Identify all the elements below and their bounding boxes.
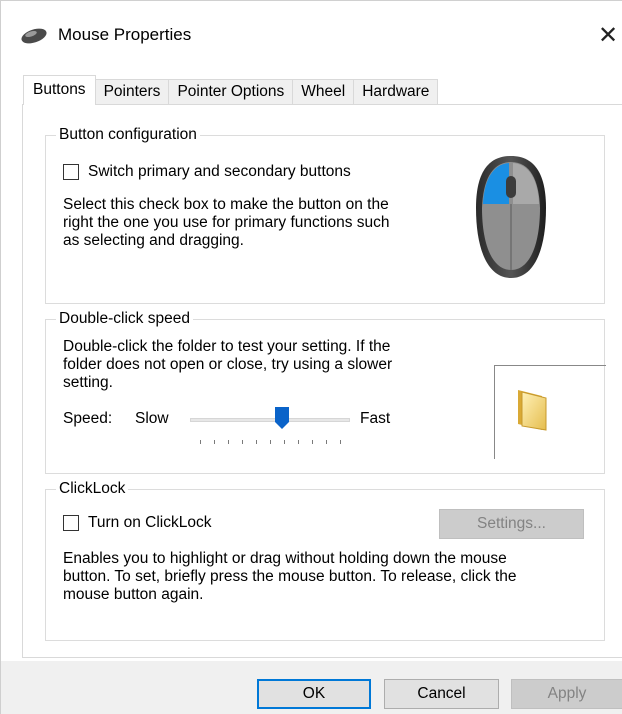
fast-label: Fast	[360, 410, 391, 427]
slider-tick	[214, 440, 215, 444]
clicklock-description-line-2: button. To set, briefly press the mouse …	[63, 568, 517, 585]
mouse-illustration-icon	[476, 156, 546, 278]
slider-tick	[200, 440, 201, 444]
double-click-speed-slider[interactable]	[190, 406, 350, 448]
slider-thumb[interactable]	[274, 406, 290, 430]
test-area[interactable]	[494, 365, 606, 459]
slider-tick	[326, 440, 327, 444]
clicklock-label[interactable]: Turn on ClickLock	[88, 514, 211, 533]
slider-tick	[270, 440, 271, 444]
clicklock-group: ClickLock Turn on ClickLock Settings... …	[45, 479, 605, 641]
slider-tick	[284, 440, 285, 444]
slider-tick	[242, 440, 243, 444]
slider-tick	[298, 440, 299, 444]
tab-wheel[interactable]: Wheel	[292, 79, 355, 105]
settings-button[interactable]: Settings...	[439, 509, 584, 539]
group-label-double-click-speed: Double-click speed	[56, 309, 193, 329]
switch-buttons-label[interactable]: Switch primary and secondary buttons	[88, 163, 351, 182]
speed-label: Speed:	[63, 410, 113, 427]
tab-pointers[interactable]: Pointers	[94, 79, 170, 105]
tab-buttons[interactable]: Buttons	[23, 75, 96, 105]
button-config-description-line-3: as selecting and dragging.	[63, 232, 244, 249]
slider-tick	[256, 440, 257, 444]
slow-label: Slow	[135, 410, 169, 427]
double-click-description-line-3: setting.	[63, 374, 113, 391]
close-icon[interactable]: ✕	[593, 17, 622, 53]
tab-hardware[interactable]: Hardware	[353, 79, 439, 105]
apply-button[interactable]: Apply	[511, 679, 622, 709]
clicklock-description-line-1: Enables you to highlight or drag without…	[63, 550, 507, 567]
button-configuration-group: Button configuration Switch primary and …	[45, 125, 605, 304]
slider-tick	[312, 440, 313, 444]
slider-tick	[340, 440, 341, 444]
tab-panel-buttons: Button configuration Switch primary and …	[22, 104, 622, 658]
double-click-description-line-2: folder does not open or close, try using…	[63, 356, 393, 373]
window-title: Mouse Properties	[58, 25, 192, 44]
mouse-properties-window: Mouse Properties ✕ Buttons Pointers Poin…	[0, 0, 622, 714]
mouse-icon	[21, 28, 47, 44]
switch-buttons-checkbox[interactable]	[63, 164, 79, 180]
group-label-clicklock: ClickLock	[56, 479, 129, 499]
button-config-description-line-2: right the one you use for primary functi…	[63, 214, 390, 231]
title-bar: Mouse Properties ✕	[1, 13, 622, 59]
clicklock-checkbox[interactable]	[63, 515, 79, 531]
slider-tick	[228, 440, 229, 444]
dialog-button-bar: OK Cancel Apply	[1, 661, 622, 714]
tab-bar: Buttons Pointers Pointer Options Wheel H…	[23, 75, 439, 105]
double-click-description-line-1: Double-click the folder to test your set…	[63, 338, 391, 355]
ok-button[interactable]: OK	[257, 679, 371, 709]
button-config-description-line-1: Select this check box to make the button…	[63, 196, 389, 213]
folder-icon[interactable]	[516, 386, 550, 432]
slider-track	[190, 418, 350, 422]
tab-pointer-options[interactable]: Pointer Options	[168, 79, 294, 105]
clicklock-description-line-3: mouse button again.	[63, 586, 204, 603]
double-click-speed-group: Double-click speed Double-click the fold…	[45, 309, 606, 474]
cancel-button[interactable]: Cancel	[384, 679, 499, 709]
group-label-button-configuration: Button configuration	[56, 125, 200, 145]
